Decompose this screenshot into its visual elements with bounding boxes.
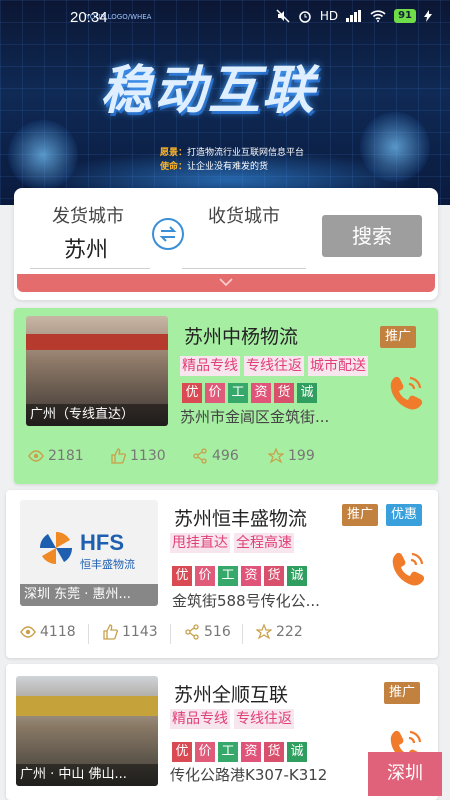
service-tag: 甩挂直达	[170, 533, 230, 553]
swap-icon	[159, 226, 177, 242]
feature-char: 货	[264, 566, 284, 586]
swap-cities-button[interactable]	[152, 218, 184, 250]
eye-icon	[28, 450, 44, 462]
from-city-underline	[30, 268, 150, 269]
company-name: 苏州恒丰盛物流	[174, 508, 308, 530]
company-address: 传化公路港K307-K312	[170, 766, 328, 784]
stat-divider	[242, 624, 243, 644]
phone-icon[interactable]	[386, 548, 428, 590]
service-tags: 精品专线 专线往返	[170, 708, 298, 729]
views-stat: 2181	[28, 448, 84, 464]
thumbs-up-icon	[111, 448, 126, 464]
service-tag: 精品专线	[180, 356, 240, 376]
promo-badge: 推广	[380, 326, 417, 348]
logo-text: HFS	[80, 530, 124, 555]
feature-char: 资	[241, 566, 261, 586]
feature-chars: 优价工资货诚	[182, 381, 320, 403]
network-type: HD	[319, 9, 339, 23]
service-tag: 专线往返	[244, 356, 304, 376]
feature-char: 诚	[287, 742, 307, 762]
battery-level: 91	[394, 9, 416, 23]
likes-stat: 1130	[110, 448, 166, 464]
status-time: 20:34	[70, 9, 108, 26]
chevron-down-icon	[219, 278, 233, 287]
star-icon	[268, 448, 284, 464]
feature-chars: 优价工资货诚	[172, 564, 310, 586]
service-tag: 全程高速	[234, 533, 294, 553]
company-card[interactable]: 广州（专线直达） 苏州中杨物流 推广 精品专线 专线往返 城市配送 优价工资货诚 苏…	[14, 308, 438, 484]
stars-stat: 199	[268, 448, 315, 464]
share-icon	[193, 448, 207, 464]
alarm-icon	[299, 11, 311, 23]
charging-icon	[424, 10, 432, 22]
company-name: 苏州全顺互联	[174, 684, 289, 706]
banner-mission: 使命：让企业没有难发的货	[160, 162, 269, 172]
company-name: 苏州中杨物流	[184, 326, 299, 348]
to-city-label: 收货城市	[208, 206, 280, 227]
feature-char: 货	[274, 383, 294, 403]
company-logo: HFS 恒丰盛物流 深圳 东莞 · 惠州...	[20, 500, 158, 606]
promo-badge: 推广	[342, 504, 379, 526]
star-icon	[256, 624, 272, 640]
route-caption: 广州（专线直达）	[26, 404, 168, 426]
service-tags: 甩挂直达 全程高速	[170, 532, 298, 553]
discount-badge: 优惠	[386, 504, 423, 526]
company-photo: 广州 · 中山 佛山...	[16, 676, 158, 786]
hfs-logo-icon	[39, 531, 73, 565]
stars-stat: 222	[256, 624, 303, 640]
feature-char: 资	[251, 383, 271, 403]
feature-char: 货	[264, 742, 284, 762]
shares-stat: 516	[184, 624, 231, 640]
from-city-value[interactable]: 苏州	[64, 232, 108, 264]
feature-chars: 优价工资货诚	[172, 740, 310, 762]
feature-char: 工	[218, 742, 238, 762]
expand-filter-bar[interactable]	[17, 274, 435, 292]
thumbs-up-icon	[103, 624, 118, 640]
stat-divider	[170, 624, 171, 644]
shares-stat: 496	[192, 448, 239, 464]
city-switch-button[interactable]: 深圳	[368, 752, 442, 796]
phone-icon[interactable]	[384, 372, 426, 414]
service-tag: 专线往返	[234, 709, 294, 729]
service-tags: 精品专线 专线往返 城市配送	[180, 355, 372, 376]
signal-icon	[346, 10, 362, 22]
likes-stat: 1143	[102, 624, 158, 640]
route-caption: 深圳 东莞 · 惠州...	[20, 584, 158, 606]
stat-divider	[88, 624, 89, 644]
feature-char: 工	[228, 383, 248, 403]
route-caption: 广州 · 中山 佛山...	[16, 764, 158, 786]
feature-char: 价	[195, 742, 215, 762]
search-button[interactable]: 搜索	[322, 215, 422, 257]
banner-title: 稳动互联	[100, 61, 317, 121]
logo-subtext: 恒丰盛物流	[80, 558, 135, 571]
company-photo: 广州（专线直达）	[26, 316, 168, 426]
feature-char: 优	[172, 742, 192, 762]
search-card: 发货城市 苏州 收货城市 搜索	[14, 188, 438, 300]
feature-char: 工	[218, 566, 238, 586]
feature-char: 优	[182, 383, 202, 403]
to-city-underline	[182, 268, 306, 269]
feature-char: 诚	[287, 566, 307, 586]
company-address: 苏州市金阊区金筑街...	[180, 408, 330, 426]
service-tag: 城市配送	[308, 356, 368, 376]
from-city-label: 发货城市	[52, 206, 124, 227]
banner-vision: 愿景：打造物流行业互联网信息平台	[160, 148, 305, 158]
service-tag: 精品专线	[170, 709, 230, 729]
views-stat: 4118	[20, 624, 76, 640]
share-icon	[185, 624, 199, 640]
company-card[interactable]: HFS 恒丰盛物流 深圳 东莞 · 惠州... 苏州恒丰盛物流 推广 优惠 甩挂…	[6, 490, 438, 658]
feature-char: 诚	[297, 383, 317, 403]
wifi-icon	[370, 10, 386, 22]
feature-char: 价	[195, 566, 215, 586]
mute-icon	[276, 9, 290, 23]
feature-char: 优	[172, 566, 192, 586]
status-bar: 20:34 HD 91	[0, 0, 450, 36]
feature-char: 资	[241, 742, 261, 762]
company-address: 金筑街588号传化公...	[172, 592, 320, 610]
eye-icon	[20, 626, 36, 638]
feature-char: 价	[205, 383, 225, 403]
promo-badge: 推广	[384, 682, 421, 704]
